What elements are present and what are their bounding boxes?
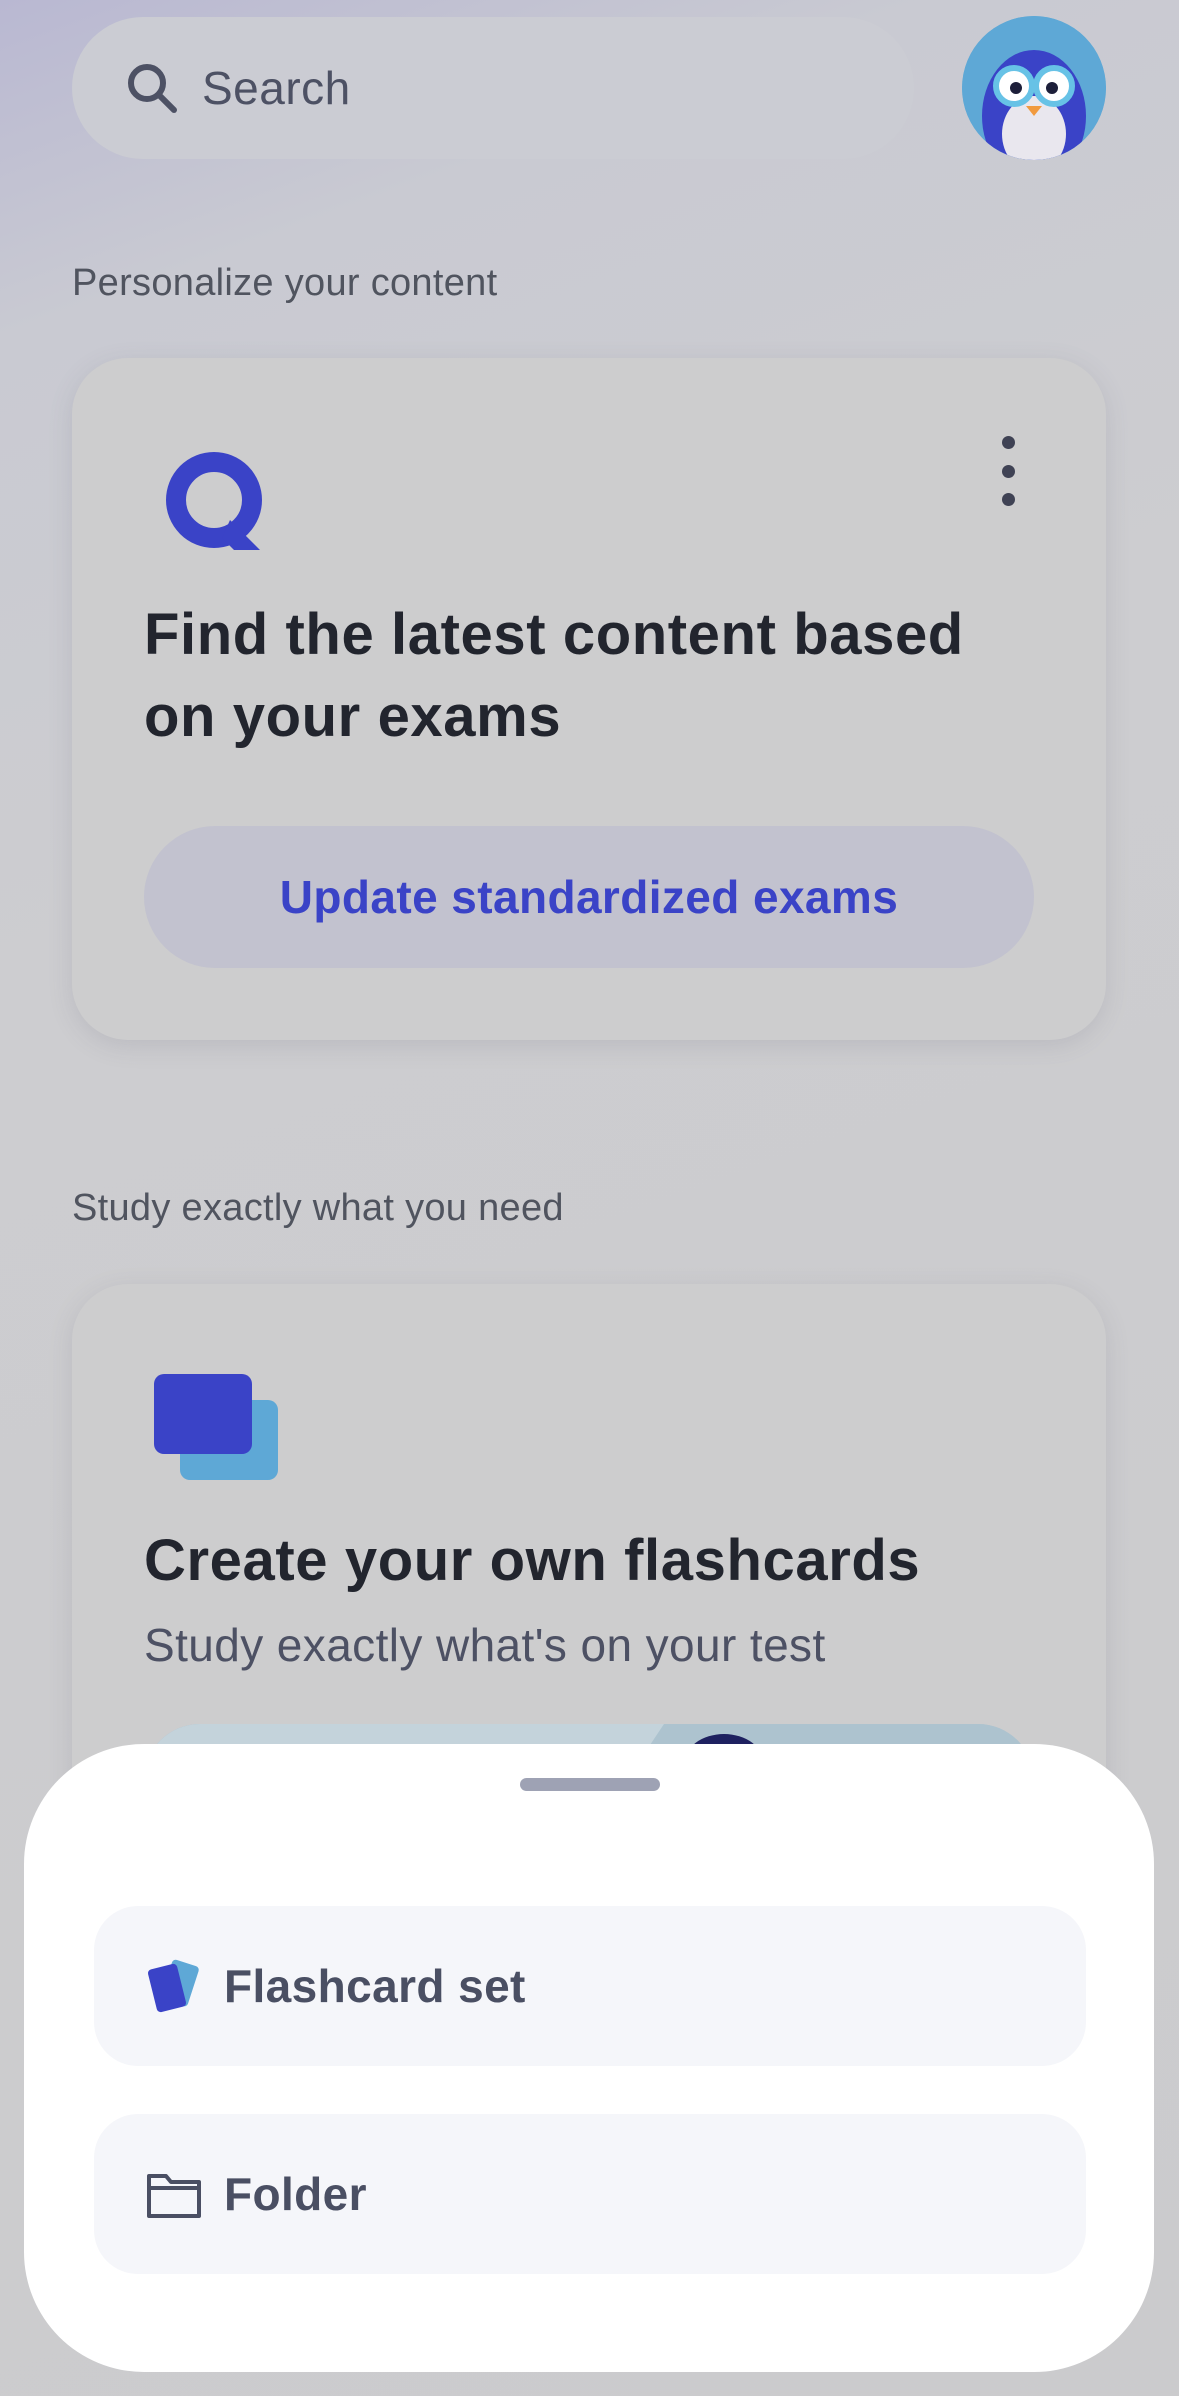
search-bar[interactable]: Search	[72, 17, 914, 159]
section-label-personalize: Personalize your content	[72, 262, 498, 304]
sheet-drag-handle[interactable]	[520, 1778, 660, 1791]
flashcard-set-icon	[147, 1959, 199, 2013]
folder-icon	[147, 2174, 201, 2218]
section-label-study: Study exactly what you need	[72, 1187, 564, 1229]
search-placeholder: Search	[202, 62, 351, 114]
flashcards-card-subtitle: Study exactly what's on your test	[144, 1619, 826, 1671]
flashcards-icon	[154, 1374, 278, 1480]
flashcards-card-title: Create your own flashcards	[144, 1528, 921, 1593]
update-exams-button[interactable]: Update standardized exams	[144, 826, 1034, 968]
folder-option[interactable]: Folder	[94, 2114, 1086, 2274]
penguin-avatar-icon	[962, 16, 1106, 160]
quizlet-logo-icon	[166, 452, 262, 550]
search-icon	[128, 64, 177, 113]
exams-card-title: Find the latest content based on your ex…	[144, 602, 964, 749]
flashcard-set-option[interactable]: Flashcard set	[94, 1906, 1086, 2066]
avatar[interactable]	[962, 16, 1106, 160]
more-options-icon[interactable]	[996, 436, 1020, 506]
create-bottom-sheet: Flashcard set Folder	[24, 1744, 1154, 2372]
exams-card[interactable]: Find the latest content based on your ex…	[72, 358, 1106, 1040]
folder-label: Folder	[224, 2168, 367, 2220]
flashcard-set-label: Flashcard set	[224, 1960, 526, 2012]
